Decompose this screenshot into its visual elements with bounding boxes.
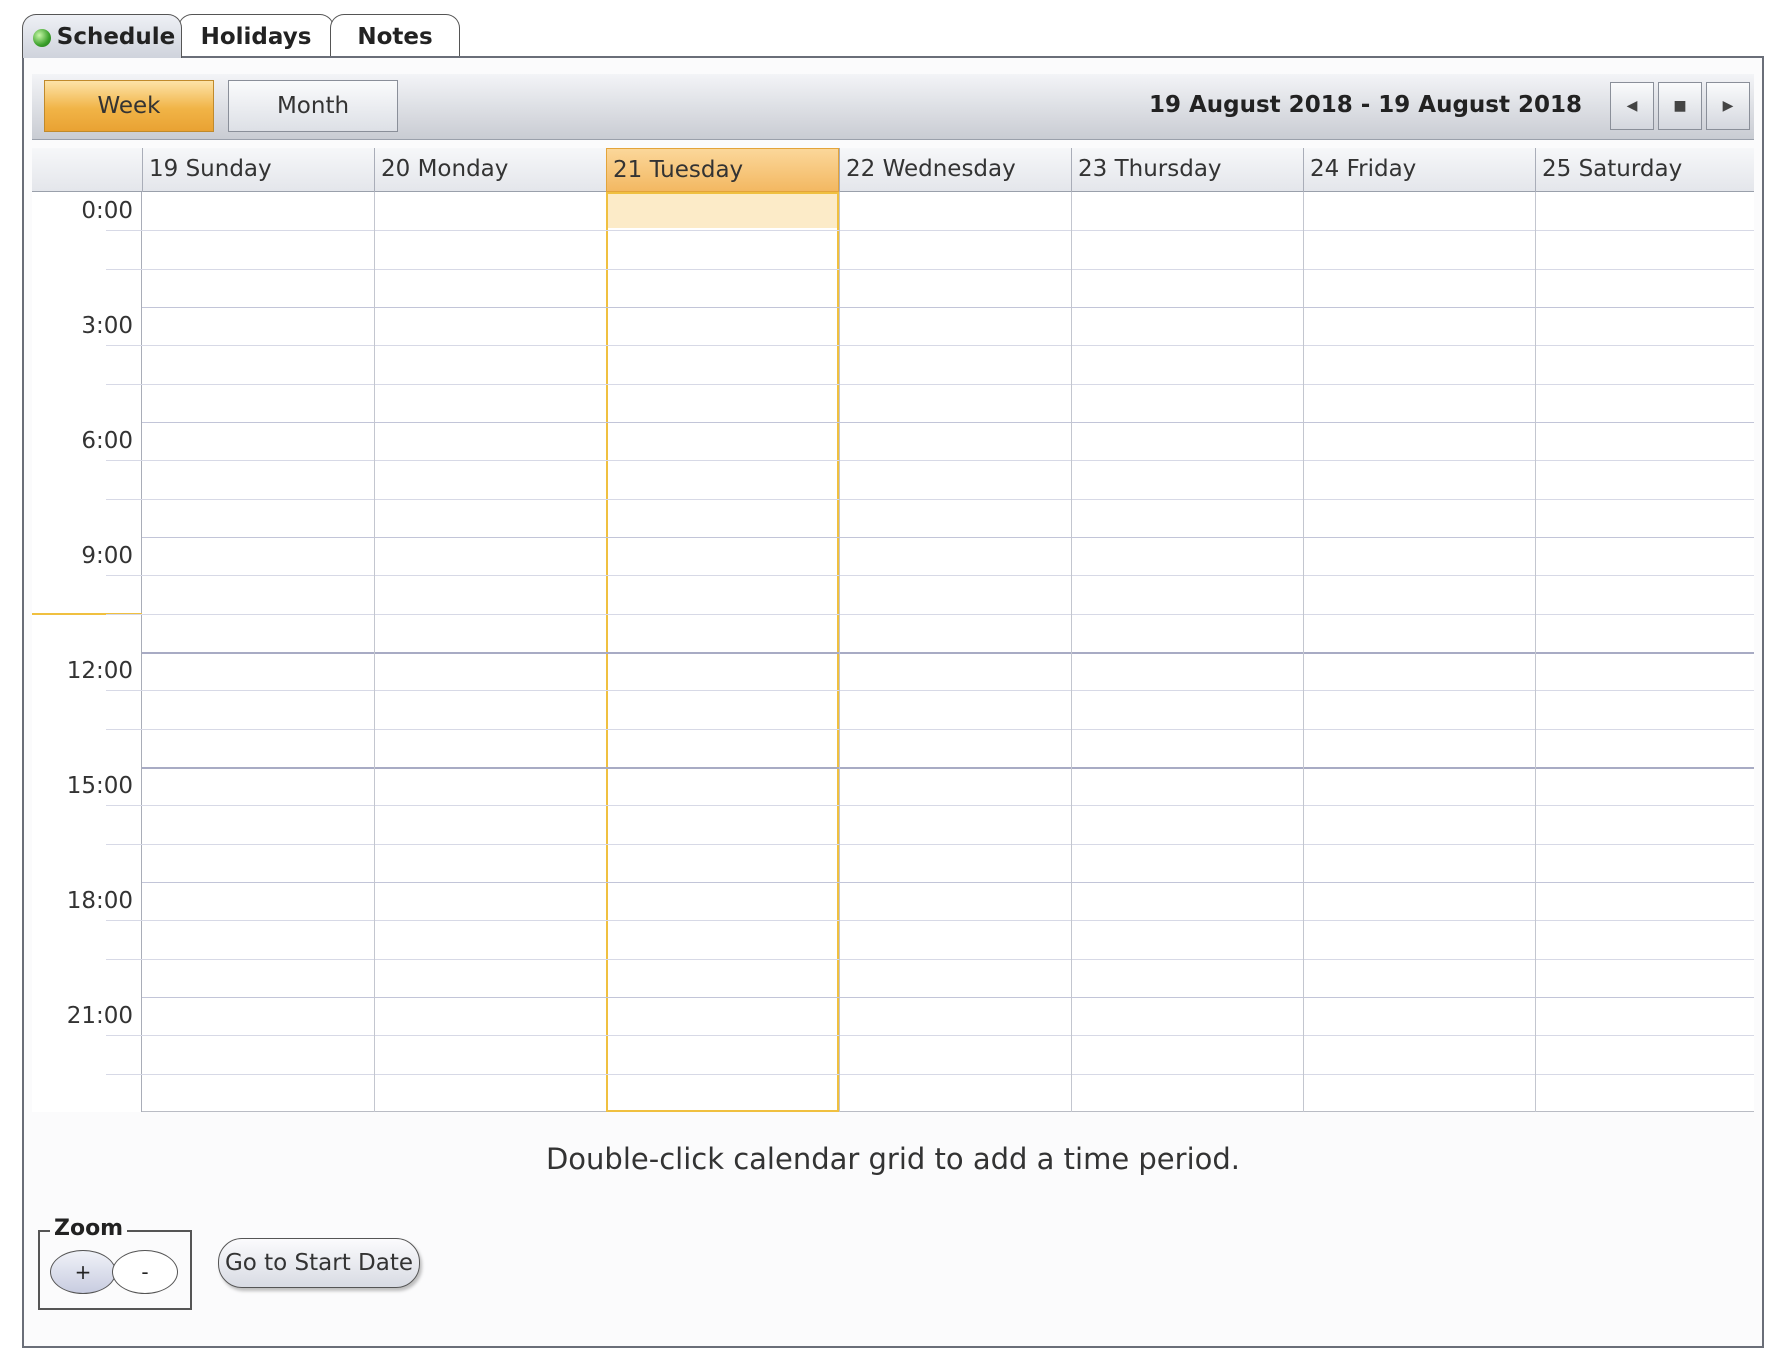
grid-row-line	[142, 729, 1754, 730]
time-label: 21:00	[66, 1003, 133, 1029]
grid-column-line	[839, 192, 840, 1112]
zoom-out-button[interactable]: -	[112, 1250, 178, 1294]
grid-row-line	[142, 1074, 1754, 1075]
go-to-start-date-button[interactable]: Go to Start Date	[218, 1238, 420, 1288]
chevron-left-icon: ◀	[1626, 98, 1638, 114]
tab-strip: Schedule Holidays Notes	[22, 14, 460, 58]
next-button[interactable]: ▶	[1706, 82, 1750, 130]
time-tick-line	[106, 345, 142, 346]
calendar-grid[interactable]: 0:00 3:00 6:00 9:00 12:00 15:00 18:00 21…	[32, 192, 1754, 1112]
tab-notes[interactable]: Notes	[330, 14, 460, 58]
grid-row-line	[142, 959, 1754, 960]
day-header-friday[interactable]: 24 Friday	[1303, 148, 1535, 192]
grid-row-line	[142, 575, 1754, 576]
status-dot-icon	[33, 29, 51, 47]
time-tick-line	[106, 460, 142, 461]
time-label: 3:00	[81, 313, 133, 339]
grid-row-line	[142, 652, 1754, 654]
grid-row-line	[142, 345, 1754, 346]
grid-row-line	[142, 422, 1754, 423]
grid-row-line	[142, 460, 1754, 461]
grid-row-line	[142, 920, 1754, 921]
grid-row-line	[142, 230, 1754, 231]
time-tick-line	[106, 269, 142, 270]
time-tick-line	[106, 805, 142, 806]
grid-row-line	[142, 269, 1754, 270]
day-header-wednesday[interactable]: 22 Wednesday	[839, 148, 1071, 192]
time-tick-line	[106, 1074, 142, 1075]
time-tick-line	[106, 1035, 142, 1036]
grid-column-line	[374, 192, 375, 1112]
time-tick-line	[106, 959, 142, 960]
time-tick-line	[106, 729, 142, 730]
time-tick-line	[106, 575, 142, 576]
grid-row-line	[142, 499, 1754, 500]
square-icon: ■	[1673, 98, 1687, 114]
zoom-group: Zoom + -	[38, 1216, 192, 1310]
time-tick-line	[106, 690, 142, 691]
today-button[interactable]: ■	[1658, 82, 1702, 130]
time-tick-line	[106, 384, 142, 385]
month-view-button[interactable]: Month	[228, 80, 398, 132]
time-tick-line	[106, 499, 142, 500]
schedule-panel: Week Month 19 August 2018 - 19 August 20…	[22, 56, 1764, 1348]
grid-row-line	[142, 307, 1754, 308]
grid-column-line	[1303, 192, 1304, 1112]
grid-row-line	[142, 537, 1754, 538]
time-label: 18:00	[66, 888, 133, 914]
grid-row-line	[142, 614, 1754, 615]
tab-schedule[interactable]: Schedule	[22, 14, 182, 58]
day-header-sunday[interactable]: 19 Sunday	[142, 148, 374, 192]
previous-button[interactable]: ◀	[1610, 82, 1654, 130]
grid-row-line	[142, 805, 1754, 806]
hint-text: Double-click calendar grid to add a time…	[545, 1142, 1241, 1176]
day-header-tuesday[interactable]: 21 Tuesday	[606, 148, 839, 192]
time-column: 0:00 3:00 6:00 9:00 12:00 15:00 18:00 21…	[32, 192, 142, 1112]
zoom-in-button[interactable]: +	[50, 1250, 116, 1294]
grid-row-line	[142, 997, 1754, 998]
grid-row-line	[142, 767, 1754, 769]
week-view-button[interactable]: Week	[44, 80, 214, 132]
chevron-right-icon: ▶	[1722, 98, 1734, 114]
grid-row-line	[142, 690, 1754, 691]
time-label: 12:00	[66, 658, 133, 684]
time-tick-line	[106, 614, 142, 615]
grid-row-line	[142, 384, 1754, 385]
zoom-title: Zoom	[50, 1216, 128, 1241]
time-label: 6:00	[81, 428, 133, 454]
time-label: 9:00	[81, 543, 133, 569]
day-header-thursday[interactable]: 23 Thursday	[1071, 148, 1303, 192]
day-header-saturday[interactable]: 25 Saturday	[1535, 148, 1754, 192]
grid-column-line	[1535, 192, 1536, 1112]
day-header-row: 19 Sunday 20 Monday 21 Tuesday 22 Wednes…	[32, 148, 1754, 192]
time-label: 0:00	[81, 198, 133, 224]
tab-notes-label: Notes	[357, 23, 433, 50]
grid-row-line	[142, 844, 1754, 845]
time-tick-line	[106, 920, 142, 921]
tab-holidays-label: Holidays	[200, 23, 312, 50]
time-tick-line	[106, 844, 142, 845]
grid-row-line	[142, 1035, 1754, 1036]
grid-row-line	[142, 882, 1754, 883]
grid-column-line	[1071, 192, 1072, 1112]
time-label: 15:00	[66, 773, 133, 799]
day-header-monday[interactable]: 20 Monday	[374, 148, 606, 192]
date-range-label: 19 August 2018 - 19 August 2018	[1148, 92, 1582, 118]
tab-holidays[interactable]: Holidays	[178, 14, 334, 58]
time-tick-line	[106, 230, 142, 231]
calendar-toolbar: Week Month 19 August 2018 - 19 August 20…	[32, 74, 1754, 140]
